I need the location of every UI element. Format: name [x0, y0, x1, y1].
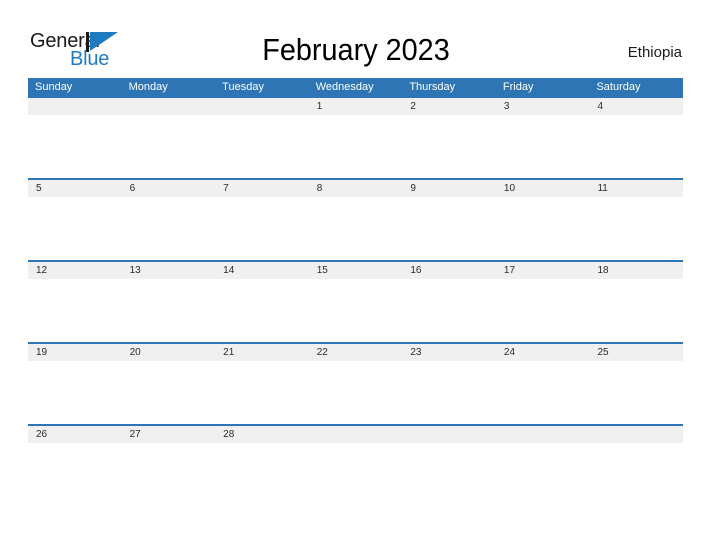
day-number[interactable]: 7 — [215, 180, 309, 197]
day-cell[interactable] — [496, 197, 590, 260]
weekday-saturday: Saturday — [596, 81, 641, 93]
day-cell[interactable] — [589, 279, 683, 342]
weekday-sunday: Sunday — [35, 81, 73, 93]
calendar-week-row: 26 27 28 — [28, 424, 683, 506]
day-number[interactable]: 6 — [122, 180, 216, 197]
day-number[interactable]: 17 — [496, 262, 590, 279]
day-number[interactable] — [589, 426, 683, 443]
day-number[interactable] — [496, 426, 590, 443]
day-cell[interactable] — [496, 115, 590, 178]
day-cell[interactable] — [589, 197, 683, 260]
day-cell[interactable] — [215, 361, 309, 424]
day-cell[interactable] — [496, 361, 590, 424]
calendar-week-row: 12 13 14 15 16 17 18 — [28, 260, 683, 342]
day-number[interactable]: 13 — [122, 262, 216, 279]
day-number[interactable]: 14 — [215, 262, 309, 279]
day-cell[interactable] — [309, 443, 403, 506]
day-cell[interactable] — [122, 361, 216, 424]
day-number[interactable] — [28, 98, 122, 115]
day-number[interactable]: 1 — [309, 98, 403, 115]
day-cell[interactable] — [122, 279, 216, 342]
day-cell[interactable] — [496, 443, 590, 506]
week-note-area — [28, 115, 683, 178]
calendar-grid: Sunday Monday Tuesday Wednesday Thursday… — [28, 78, 683, 506]
weekday-friday: Friday — [502, 81, 534, 93]
day-cell[interactable] — [496, 279, 590, 342]
day-cell[interactable] — [309, 197, 403, 260]
day-cell[interactable] — [402, 443, 496, 506]
day-number[interactable]: 16 — [402, 262, 496, 279]
day-cell[interactable] — [28, 443, 122, 506]
day-cell[interactable] — [28, 197, 122, 260]
weekday-tuesday: Tuesday — [222, 81, 264, 93]
calendar-week-row: 1 2 3 4 — [28, 96, 683, 178]
week-date-band: 1 2 3 4 — [28, 98, 683, 115]
day-number[interactable] — [309, 426, 403, 443]
weekday-thursday: Thursday — [409, 81, 456, 93]
day-number[interactable]: 20 — [122, 344, 216, 361]
day-number[interactable] — [122, 98, 216, 115]
page-title: February 2023 — [262, 32, 450, 67]
weekday-wednesday: Wednesday — [315, 81, 374, 93]
day-cell[interactable] — [309, 115, 403, 178]
day-number[interactable]: 28 — [215, 426, 309, 443]
day-number[interactable]: 8 — [309, 180, 403, 197]
day-number[interactable]: 9 — [402, 180, 496, 197]
week-note-area — [28, 279, 683, 342]
day-cell[interactable] — [589, 443, 683, 506]
week-note-area — [28, 197, 683, 260]
day-number[interactable]: 18 — [589, 262, 683, 279]
day-cell[interactable] — [215, 115, 309, 178]
day-cell[interactable] — [309, 279, 403, 342]
day-cell[interactable] — [589, 115, 683, 178]
day-cell[interactable] — [215, 279, 309, 342]
day-number[interactable]: 4 — [589, 98, 683, 115]
week-date-band: 26 27 28 — [28, 426, 683, 443]
week-date-band: 12 13 14 15 16 17 18 — [28, 262, 683, 279]
day-number[interactable]: 11 — [589, 180, 683, 197]
day-cell[interactable] — [122, 443, 216, 506]
day-number[interactable]: 15 — [309, 262, 403, 279]
calendar-week-row: 19 20 21 22 23 24 25 — [28, 342, 683, 424]
day-cell[interactable] — [122, 115, 216, 178]
day-number[interactable]: 10 — [496, 180, 590, 197]
day-cell[interactable] — [402, 279, 496, 342]
day-number[interactable]: 27 — [122, 426, 216, 443]
day-number[interactable]: 23 — [402, 344, 496, 361]
week-date-band: 5 6 7 8 9 10 11 — [28, 180, 683, 197]
day-number[interactable]: 22 — [309, 344, 403, 361]
day-cell[interactable] — [28, 115, 122, 178]
day-cell[interactable] — [215, 443, 309, 506]
page-header: General Blue February 2023 Ethiopia — [0, 0, 712, 78]
day-number[interactable] — [402, 426, 496, 443]
day-number[interactable]: 19 — [28, 344, 122, 361]
day-number[interactable]: 5 — [28, 180, 122, 197]
day-number[interactable]: 12 — [28, 262, 122, 279]
week-date-band: 19 20 21 22 23 24 25 — [28, 344, 683, 361]
day-cell[interactable] — [589, 361, 683, 424]
weekday-monday: Monday — [128, 81, 168, 93]
day-number[interactable]: 24 — [496, 344, 590, 361]
day-number[interactable]: 21 — [215, 344, 309, 361]
day-number[interactable]: 2 — [402, 98, 496, 115]
calendar-week-row: 5 6 7 8 9 10 11 — [28, 178, 683, 260]
day-cell[interactable] — [215, 197, 309, 260]
day-cell[interactable] — [28, 361, 122, 424]
day-cell[interactable] — [309, 361, 403, 424]
weekday-header-row: Sunday Monday Tuesday Wednesday Thursday… — [28, 78, 683, 96]
day-number[interactable]: 26 — [28, 426, 122, 443]
day-cell[interactable] — [28, 279, 122, 342]
day-number[interactable]: 3 — [496, 98, 590, 115]
day-cell[interactable] — [402, 197, 496, 260]
day-cell[interactable] — [402, 115, 496, 178]
week-note-area — [28, 443, 683, 506]
day-cell[interactable] — [402, 361, 496, 424]
country-label: Ethiopia — [627, 44, 682, 61]
day-number[interactable] — [215, 98, 309, 115]
day-cell[interactable] — [122, 197, 216, 260]
week-note-area — [28, 361, 683, 424]
day-number[interactable]: 25 — [589, 344, 683, 361]
